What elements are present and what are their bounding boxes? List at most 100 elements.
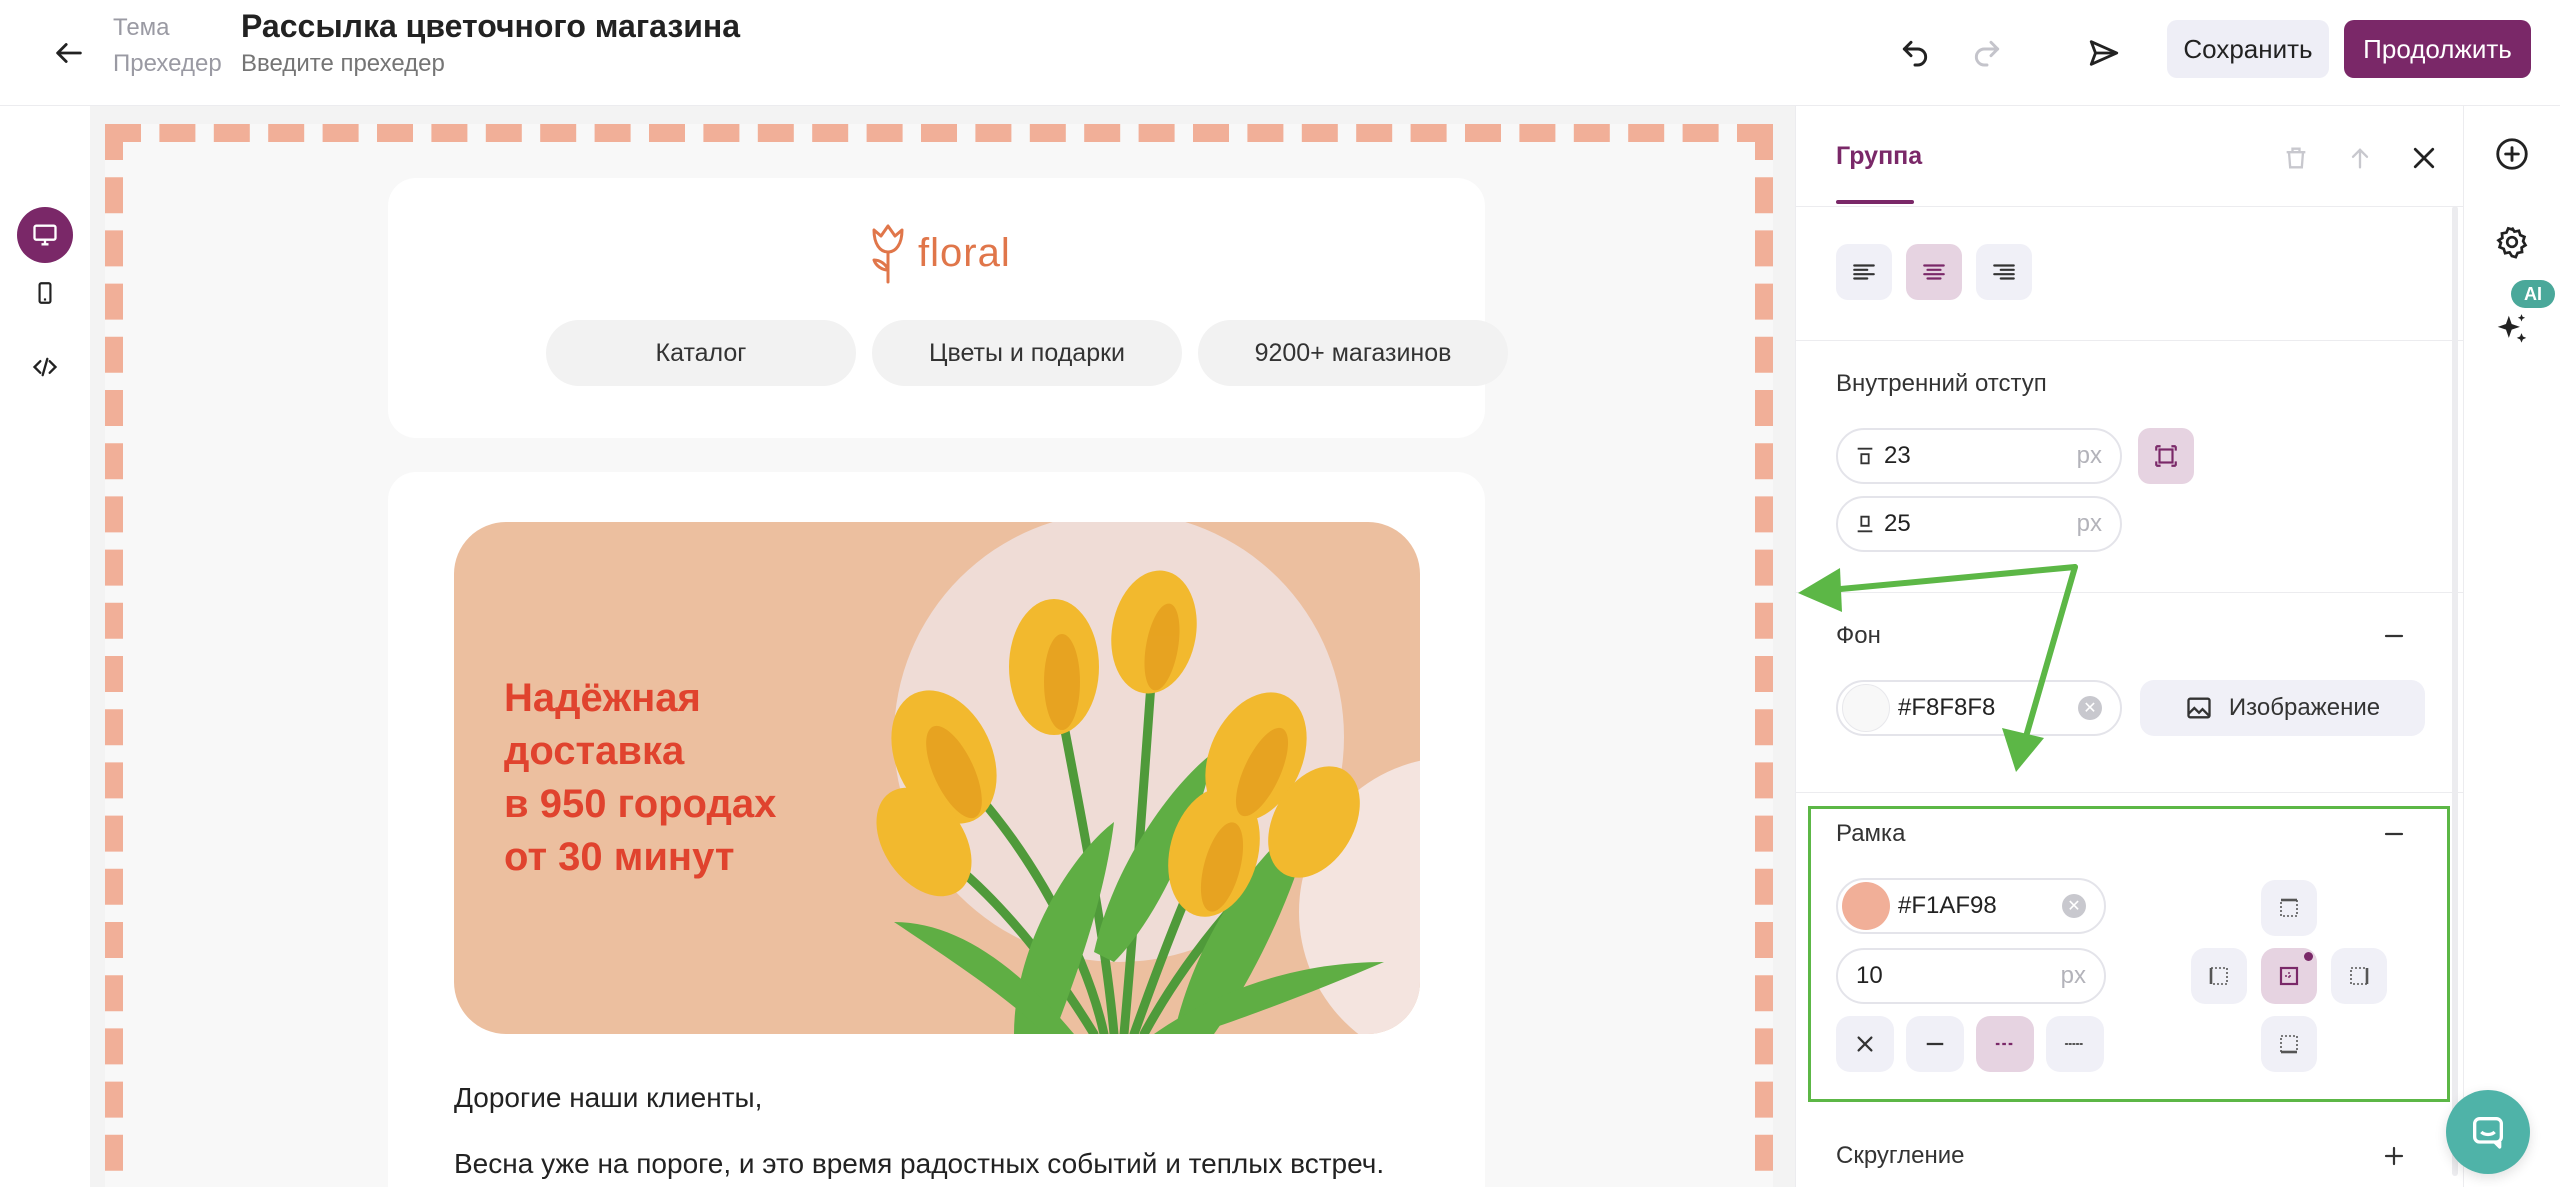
- border-title: Рамка: [1836, 820, 1906, 847]
- clear-background-icon[interactable]: ✕: [2078, 696, 2102, 720]
- border-color-swatch[interactable]: [1842, 882, 1890, 930]
- plus-icon: [2384, 1146, 2404, 1166]
- theme-label: Тема: [113, 14, 170, 41]
- promo-banner[interactable]: Надёжная доставка в 950 городах от 30 ми…: [454, 522, 1420, 1034]
- settings-panel: Группа Внутренний отступ px px Фон: [1795, 106, 2464, 1187]
- border-width-unit: px: [2060, 962, 2086, 989]
- code-view-button[interactable]: [17, 339, 73, 395]
- top-bar: Тема Прехедер Рассылка цветочного магази…: [0, 0, 2560, 106]
- panel-scrollbar[interactable]: [2452, 206, 2458, 1176]
- padding-bottom-input[interactable]: [1884, 510, 2077, 538]
- background-color-input[interactable]: [1898, 694, 2078, 722]
- ai-assistant-button[interactable]: [2488, 306, 2536, 354]
- background-color-swatch[interactable]: [1842, 684, 1890, 732]
- padding-bottom-field[interactable]: px: [1836, 496, 2122, 552]
- add-block-button[interactable]: [2488, 130, 2536, 178]
- tab-underline: [1836, 200, 1914, 204]
- panel-divider: [1796, 340, 2464, 341]
- email-canvas: floral Каталог Цветы и подарки 9200+ маг…: [90, 106, 1795, 1187]
- tulip-logo-icon: [872, 224, 904, 284]
- border-style-none-button[interactable]: [1836, 1016, 1894, 1072]
- preheader-input[interactable]: [241, 50, 841, 78]
- border-side-all-button[interactable]: [2261, 948, 2317, 1004]
- align-left-button[interactable]: [1836, 244, 1892, 300]
- preheader-label: Прехедер: [113, 50, 222, 77]
- background-image-label: Изображение: [2228, 694, 2381, 721]
- continue-button[interactable]: Продолжить: [2344, 20, 2531, 78]
- background-color-field[interactable]: ✕: [1836, 680, 2122, 736]
- background-collapse-button[interactable]: [2376, 618, 2412, 654]
- back-button[interactable]: [44, 28, 94, 78]
- close-icon: [1857, 1036, 1873, 1052]
- trash-icon: [2286, 147, 2306, 169]
- gear-icon: [2496, 226, 2528, 259]
- send-test-button[interactable]: [2077, 26, 2131, 80]
- save-button[interactable]: Сохранить: [2167, 20, 2329, 78]
- panel-divider: [1796, 206, 2464, 207]
- email-content-block[interactable]: Надёжная доставка в 950 городах от 30 ми…: [388, 472, 1485, 1187]
- letter-paragraph[interactable]: Весна уже на пороге, и это время радостн…: [454, 1148, 1384, 1180]
- radius-title: Скругление: [1836, 1142, 1965, 1169]
- border-side-left-button[interactable]: [2191, 948, 2247, 1004]
- border-side-top-button[interactable]: [2261, 880, 2317, 936]
- border-top-icon: [2280, 898, 2298, 917]
- padding-all-icon: [2155, 445, 2177, 467]
- select-parent-button[interactable]: [2336, 134, 2384, 182]
- align-right-button[interactable]: [1976, 244, 2032, 300]
- border-style-dashed-button[interactable]: [1976, 1016, 2034, 1072]
- plus-circle-icon: [2496, 138, 2528, 170]
- close-icon: [2413, 147, 2435, 169]
- subject-field[interactable]: Рассылка цветочного магазина: [241, 8, 740, 45]
- border-width-input[interactable]: [1856, 962, 2061, 990]
- border-width-field[interactable]: px: [1836, 948, 2106, 1004]
- dotted-line-icon: [2064, 1042, 2086, 1046]
- mobile-icon: [38, 282, 52, 304]
- padding-top-field[interactable]: px: [1836, 428, 2122, 484]
- padding-link-button[interactable]: [2138, 428, 2194, 484]
- floral-logo: floral: [866, 222, 1011, 284]
- border-side-right-button[interactable]: [2331, 948, 2387, 1004]
- sparkles-icon: [2497, 314, 2527, 343]
- radius-expand-button[interactable]: [2376, 1138, 2412, 1174]
- banner-headline: Надёжная доставка в 950 городах от 30 ми…: [504, 672, 864, 884]
- banner-line: доставка: [504, 729, 685, 773]
- redo-icon: [1974, 40, 2000, 67]
- close-panel-button[interactable]: [2400, 134, 2448, 182]
- border-style-dotted-button[interactable]: [2046, 1016, 2104, 1072]
- letter-greeting[interactable]: Дорогие наши клиенты,: [454, 1082, 762, 1114]
- settings-button[interactable]: [2488, 218, 2536, 266]
- border-color-field[interactable]: ✕: [1836, 878, 2106, 934]
- background-image-button[interactable]: Изображение: [2140, 680, 2425, 736]
- padding-top-icon: [1857, 447, 1873, 465]
- code-icon: [32, 357, 58, 377]
- undo-icon: [1902, 40, 1928, 67]
- padding-top-input[interactable]: [1884, 442, 2077, 470]
- image-icon: [2187, 697, 2211, 719]
- nav-pill-stores[interactable]: 9200+ магазинов: [1198, 320, 1508, 386]
- right-rail: AI: [2463, 106, 2560, 1187]
- support-chat-button[interactable]: [2446, 1090, 2530, 1174]
- undo-button[interactable]: [1888, 26, 1942, 80]
- border-left-icon: [2209, 967, 2228, 985]
- nav-pill-catalog[interactable]: Каталог: [546, 320, 856, 386]
- align-center-button[interactable]: [1906, 244, 1962, 300]
- arrow-up-icon: [2351, 148, 2369, 169]
- tab-group[interactable]: Группа: [1836, 142, 1922, 171]
- dashed-line-icon: [1995, 1042, 2015, 1046]
- desktop-view-button[interactable]: [17, 207, 73, 263]
- border-collapse-button[interactable]: [2376, 816, 2412, 852]
- mobile-view-button[interactable]: [17, 265, 73, 321]
- solid-line-icon: [1926, 1042, 1944, 1046]
- padding-top-unit: px: [2076, 442, 2102, 469]
- border-style-solid-button[interactable]: [1906, 1016, 1964, 1072]
- ai-badge: AI: [2511, 280, 2555, 308]
- border-color-input[interactable]: [1898, 892, 2062, 920]
- email-header-block[interactable]: floral Каталог Цветы и подарки 9200+ маг…: [388, 178, 1508, 438]
- delete-button[interactable]: [2272, 134, 2320, 182]
- clear-border-color-icon[interactable]: ✕: [2062, 894, 2086, 918]
- nav-pill-flowers[interactable]: Цветы и подарки: [872, 320, 1182, 386]
- redo-button[interactable]: [1960, 26, 2014, 80]
- border-side-bottom-button[interactable]: [2261, 1016, 2317, 1072]
- align-center-icon: [1923, 264, 1945, 280]
- arrow-left-icon: [56, 43, 82, 63]
